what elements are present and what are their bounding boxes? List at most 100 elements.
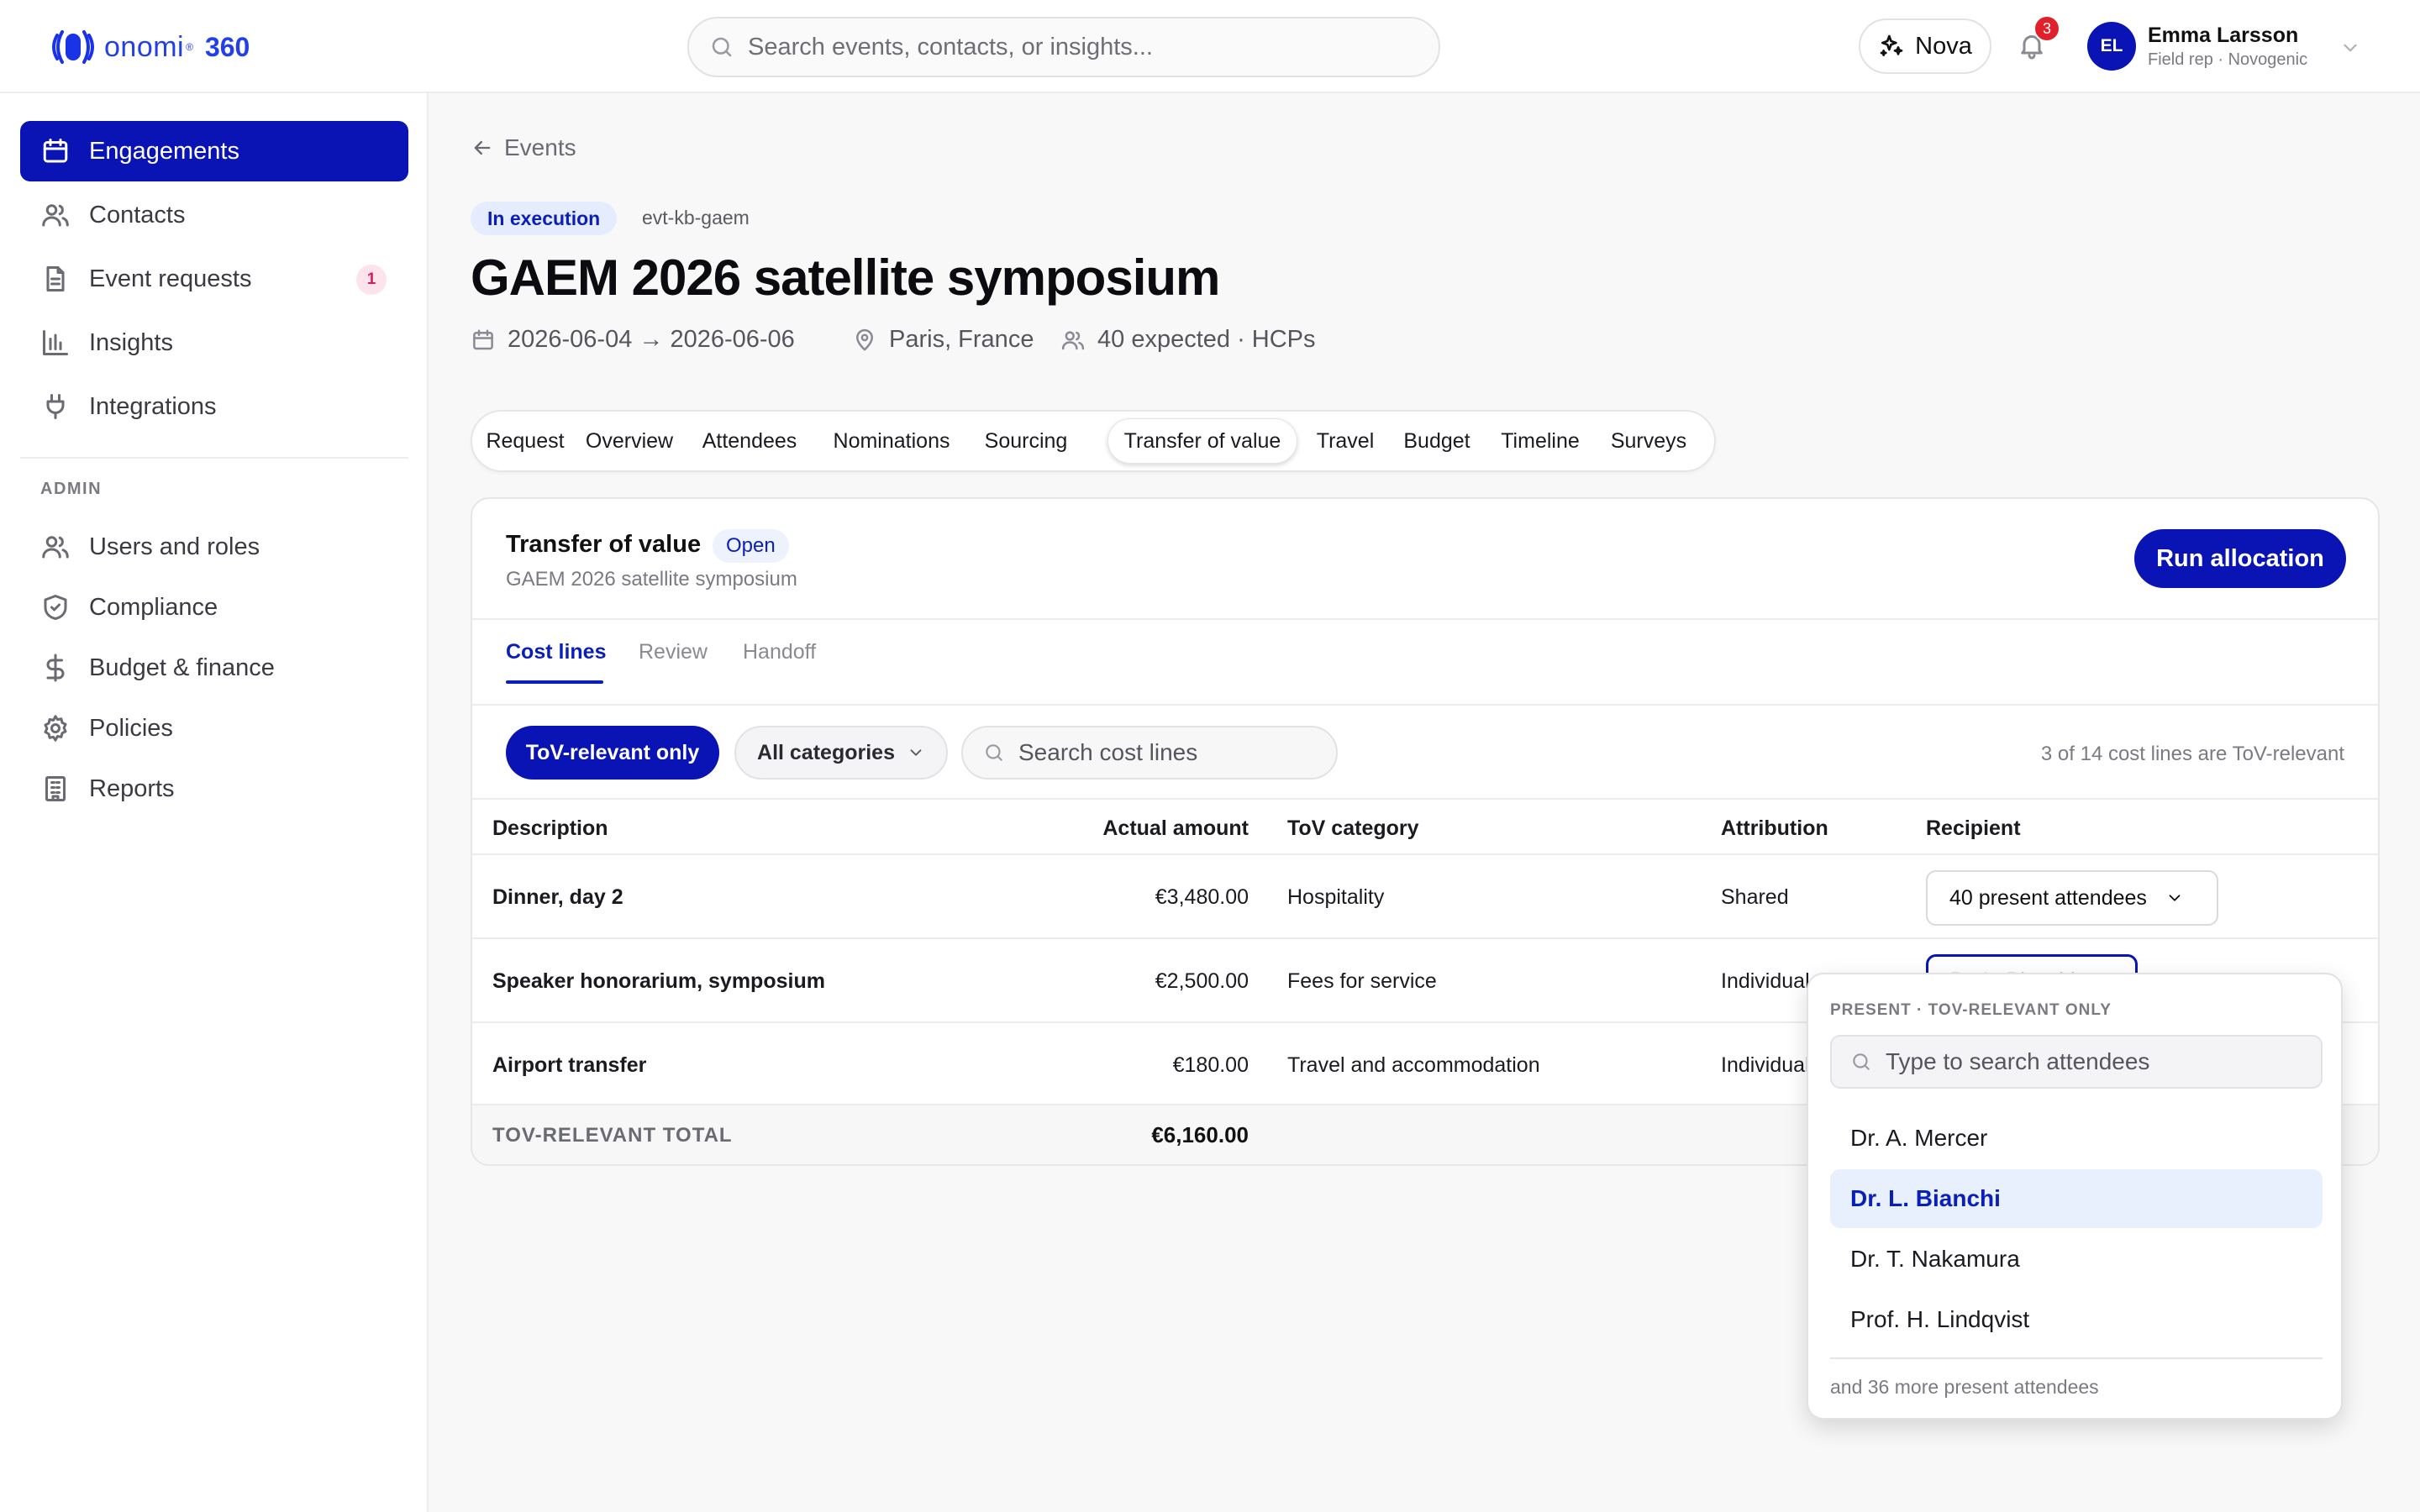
card-divider: [472, 618, 2378, 620]
global-search[interactable]: [687, 17, 1440, 77]
sidebar-item-label: Insights: [89, 328, 173, 356]
attendee-option[interactable]: Dr. A. Mercer: [1830, 1109, 2323, 1168]
tab-transfer-of-value[interactable]: Transfer of value: [1107, 418, 1297, 464]
dropdown-heading: PRESENT · TOV-RELEVANT ONLY: [1830, 1001, 2112, 1019]
cost-line-category: Hospitality: [1287, 885, 1385, 909]
cost-line-attribution: Shared: [1721, 885, 1789, 909]
category-filter-select[interactable]: All categories: [734, 726, 948, 780]
sidebar-item-compliance[interactable]: Compliance: [20, 577, 408, 638]
cost-line-amount: €3,480.00: [1155, 885, 1249, 909]
users-icon: [42, 536, 69, 559]
sidebar: Engagements Contacts Event requests 1 In…: [0, 93, 429, 1512]
users-icon: [1061, 330, 1085, 349]
dollar-icon: [46, 654, 65, 682]
tab-travel[interactable]: Travel: [1304, 418, 1386, 464]
notification-count-badge: 3: [2033, 15, 2060, 42]
cost-line-description: Airport transfer: [492, 1053, 647, 1077]
sidebar-item-users-and-roles[interactable]: Users and roles: [20, 517, 408, 577]
registered-mark: ®: [186, 41, 193, 53]
event-requests-count-badge: 1: [356, 265, 387, 295]
sidebar-item-label: Contacts: [89, 201, 186, 228]
cost-line-category: Fees for service: [1287, 969, 1437, 993]
event-dates-text: 2026-06-04 → 2026-06-06: [508, 326, 795, 353]
run-allocation-button[interactable]: Run allocation: [2134, 529, 2346, 588]
subtab-review[interactable]: Review: [639, 640, 708, 664]
sidebar-item-insights[interactable]: Insights: [20, 312, 408, 373]
column-header-tov-category: ToV category: [1287, 816, 1419, 840]
sidebar-item-label: Reports: [89, 774, 175, 802]
cost-line-description: Dinner, day 2: [492, 885, 623, 909]
sidebar-item-policies[interactable]: Policies: [20, 698, 408, 759]
tov-relevant-filter-toggle[interactable]: ToV-relevant only: [506, 726, 719, 780]
cost-line-category: Travel and accommodation: [1287, 1053, 1540, 1077]
subtab-cost-lines[interactable]: Cost lines: [506, 640, 606, 664]
tab-request[interactable]: Request: [482, 418, 568, 464]
tab-attendees[interactable]: Attendees: [689, 418, 810, 464]
card-divider: [472, 704, 2378, 706]
tab-sourcing[interactable]: Sourcing: [973, 418, 1079, 464]
global-search-input[interactable]: [748, 33, 1403, 61]
sidebar-item-engagements[interactable]: Engagements: [20, 121, 408, 181]
event-id: evt-kb-gaem: [642, 207, 750, 228]
column-header-attribution: Attribution: [1721, 816, 1828, 840]
subtab-handoff[interactable]: Handoff: [743, 640, 816, 664]
map-pin-icon: [856, 328, 873, 350]
cost-line-amount: €180.00: [1172, 1053, 1249, 1077]
active-subtab-indicator: [506, 680, 603, 684]
calendar-icon: [43, 139, 68, 163]
cost-lines-search-input[interactable]: [1018, 739, 1321, 766]
sidebar-item-integrations[interactable]: Integrations: [20, 376, 408, 437]
column-header-description: Description: [492, 816, 608, 840]
back-to-events-link[interactable]: Events: [471, 134, 576, 161]
top-bar: onomi® 360 Nova 3 EL Emma Larsson Field …: [0, 0, 2420, 93]
tab-overview[interactable]: Overview: [576, 418, 682, 464]
sparkle-icon: [1880, 34, 1903, 56]
arrow-left-icon: [474, 140, 491, 155]
bar-chart-icon: [43, 330, 68, 355]
user-avatar[interactable]: EL: [2087, 22, 2136, 71]
event-dates: 2026-06-04 → 2026-06-06: [471, 326, 795, 354]
sidebar-item-reports[interactable]: Reports: [20, 759, 408, 819]
building-icon: [45, 776, 66, 801]
tab-budget[interactable]: Budget: [1393, 418, 1481, 464]
sidebar-item-event-requests[interactable]: Event requests 1: [20, 249, 408, 309]
card-title: Transfer of value: [506, 531, 702, 558]
brand-name: onomi: [104, 30, 185, 63]
user-menu-chevron[interactable]: [2339, 37, 2361, 59]
cost-line-amount: €2,500.00: [1155, 969, 1249, 993]
event-location: Paris, France: [852, 326, 1034, 354]
event-tabs: Request Overview Attendees Nominations S…: [471, 410, 1716, 472]
nova-assistant-button[interactable]: Nova: [1859, 18, 1991, 74]
tov-relevant-count: 3 of 14 cost lines are ToV-relevant: [2040, 743, 2344, 765]
sidebar-item-label: Compliance: [89, 593, 218, 621]
search-icon: [986, 744, 1002, 761]
chevron-down-icon: [2169, 895, 2181, 901]
attendee-search[interactable]: [1830, 1035, 2323, 1089]
user-role: Field rep · Novogenic: [2148, 50, 2308, 69]
total-value: €6,160.00: [1151, 1122, 1249, 1147]
plug-icon: [46, 394, 65, 419]
attendee-option[interactable]: Prof. H. Lindqvist: [1830, 1290, 2323, 1349]
tab-timeline[interactable]: Timeline: [1487, 418, 1593, 464]
user-name[interactable]: Emma Larsson: [2148, 24, 2298, 48]
sidebar-item-budget-finance[interactable]: Budget & finance: [20, 638, 408, 698]
row-divider: [472, 853, 2378, 855]
attendee-search-input[interactable]: [1886, 1048, 2306, 1075]
brand-suffix: 360: [204, 31, 250, 62]
more-attendees-note: and 36 more present attendees: [1830, 1376, 2099, 1398]
cost-lines-search[interactable]: [961, 726, 1338, 780]
sidebar-item-contacts[interactable]: Contacts: [20, 185, 408, 245]
cost-line-attribution: Individual: [1721, 969, 1810, 993]
attendee-option-highlighted[interactable]: Dr. L. Bianchi: [1830, 1169, 2323, 1228]
recipient-select[interactable]: 40 present attendees: [1926, 870, 2218, 926]
tab-surveys[interactable]: Surveys: [1600, 418, 1697, 464]
column-header-recipient: Recipient: [1926, 816, 2021, 840]
cost-line-attribution: Individual: [1721, 1053, 1810, 1077]
brand-logo[interactable]: onomi ® 360: [49, 24, 250, 71]
tov-status-badge: Open: [713, 529, 789, 563]
cost-line-description: Speaker honorarium, symposium: [492, 969, 825, 993]
attendee-option[interactable]: Dr. T. Nakamura: [1830, 1230, 2323, 1289]
tab-nominations[interactable]: Nominations: [817, 418, 966, 464]
total-label: TOV-RELEVANT TOTAL: [492, 1124, 733, 1147]
chevron-down-icon: [910, 749, 922, 756]
